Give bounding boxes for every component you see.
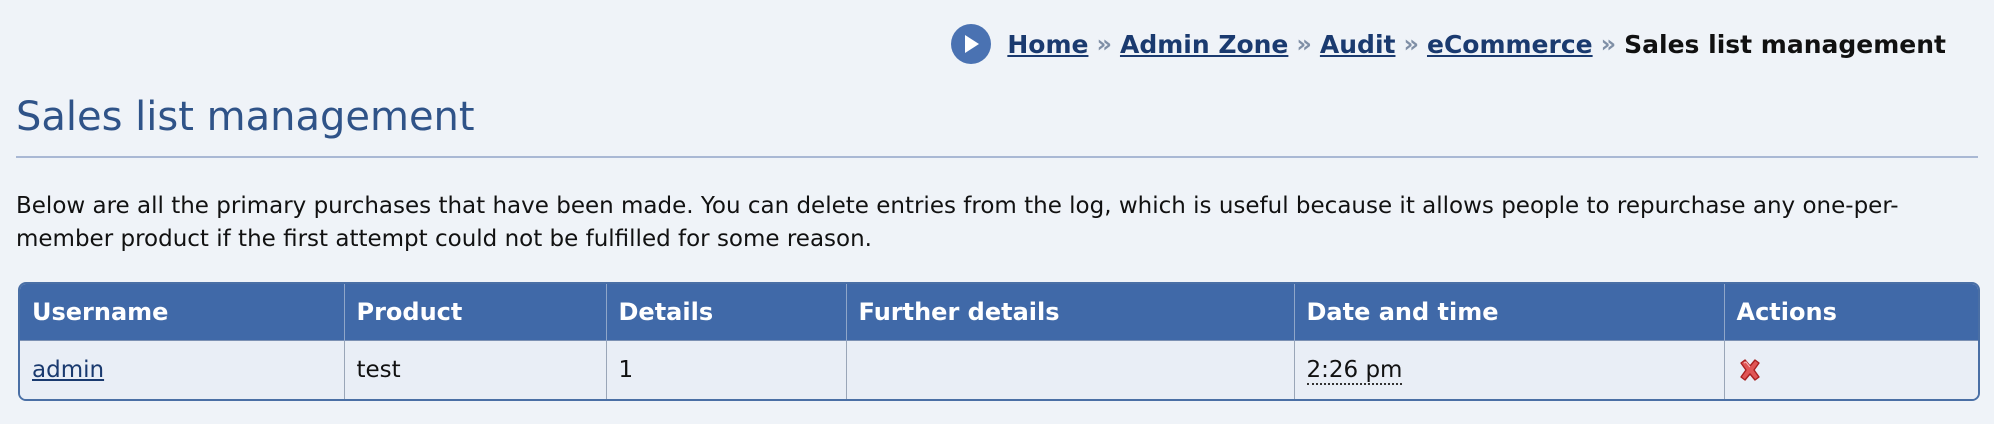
username-link[interactable]: admin xyxy=(32,357,104,383)
table-header-row: Username Product Details Further details… xyxy=(20,284,1978,341)
cell-product: test xyxy=(344,340,607,399)
breadcrumb: Home » Admin Zone » Audit » eCommerce » … xyxy=(951,24,1946,64)
cell-date-time: 2:26 pm xyxy=(1294,340,1725,399)
table-row: admin test 1 2:26 pm xyxy=(20,340,1978,399)
sales-table: Username Product Details Further details… xyxy=(18,282,1980,401)
breadcrumb-separator: » xyxy=(1403,30,1419,58)
date-time-value: 2:26 pm xyxy=(1306,357,1403,385)
column-header-details: Details xyxy=(606,284,847,341)
cell-details: 1 xyxy=(606,340,847,399)
cell-further-details xyxy=(846,340,1295,399)
column-header-further-details: Further details xyxy=(846,284,1295,341)
intro-text: Below are all the primary purchases that… xyxy=(16,193,1899,252)
column-header-username: Username xyxy=(20,284,345,341)
breadcrumb-link-admin-zone[interactable]: Admin Zone xyxy=(1120,30,1288,59)
page-title: Sales list management xyxy=(16,94,475,140)
column-header-date-time: Date and time xyxy=(1294,284,1725,341)
play-arrow-icon xyxy=(951,24,992,64)
column-header-product: Product xyxy=(344,284,607,341)
breadcrumb-current: Sales list management xyxy=(1624,29,1946,59)
breadcrumb-separator: » xyxy=(1296,30,1312,58)
breadcrumb-separator: » xyxy=(1600,30,1617,58)
cell-username: admin xyxy=(20,340,345,399)
breadcrumb-link-audit[interactable]: Audit xyxy=(1320,30,1396,59)
breadcrumb-separator: » xyxy=(1096,30,1112,58)
title-divider xyxy=(16,156,1978,158)
column-header-actions: Actions xyxy=(1724,284,1978,341)
breadcrumb-link-home[interactable]: Home xyxy=(1007,30,1088,59)
breadcrumb-link-ecommerce[interactable]: eCommerce xyxy=(1427,30,1593,59)
delete-icon[interactable] xyxy=(1737,357,1763,383)
cell-actions xyxy=(1724,340,1978,399)
